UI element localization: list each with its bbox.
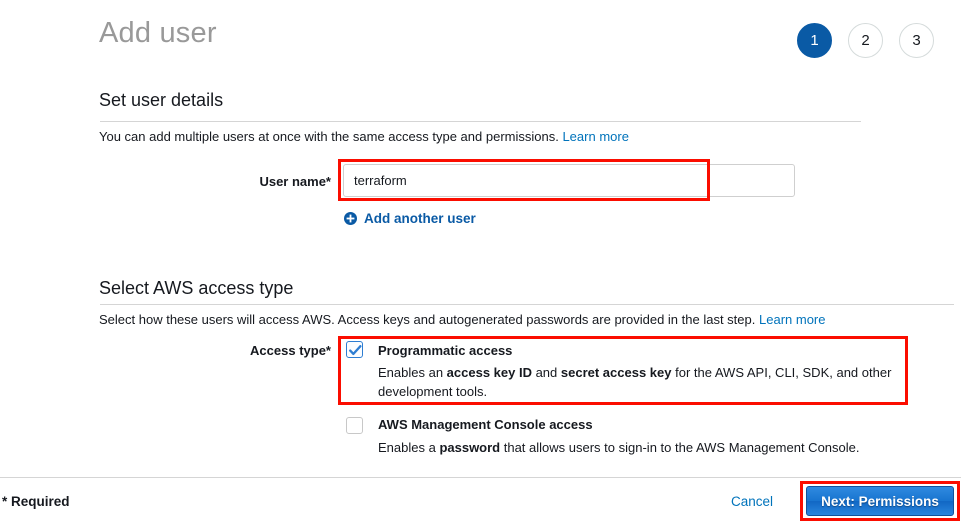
set-user-details-description-text: You can add multiple users at once with …	[99, 129, 559, 144]
section-divider-user-details	[100, 121, 861, 122]
option2-desc-part2: that allows users to sign-in to the AWS …	[500, 440, 860, 455]
access-type-description-text: Select how these users will access AWS. …	[99, 312, 756, 327]
page-title: Add user	[99, 17, 217, 49]
username-input[interactable]	[343, 164, 795, 197]
option-desc-part2: and	[531, 365, 561, 380]
wizard-step-3[interactable]: 3	[899, 23, 934, 58]
wizard-step-indicator: 1 2 3	[797, 23, 934, 58]
checkmark-icon	[349, 345, 362, 356]
option2-desc-part1: Enables a	[378, 440, 440, 455]
option-title-programmatic-access: Programmatic access	[378, 343, 513, 358]
wizard-step-1[interactable]: 1	[797, 23, 832, 58]
add-another-user-button[interactable]: Add another user	[344, 211, 476, 226]
option-desc-bold1: access key ID	[446, 365, 532, 380]
checkbox-console-access[interactable]	[346, 417, 363, 434]
access-type-heading: Select AWS access type	[99, 278, 294, 298]
plus-circle-icon	[344, 212, 357, 225]
wizard-step-3-label: 3	[912, 32, 921, 49]
next-permissions-button[interactable]: Next: Permissions	[806, 486, 954, 516]
option2-desc-bold1: password	[439, 440, 501, 455]
add-another-user-label: Add another user	[364, 211, 476, 226]
access-type-description: Select how these users will access AWS. …	[99, 312, 825, 327]
footer-divider	[0, 477, 961, 478]
option-description-console-access: Enables a password that allows users to …	[378, 438, 918, 457]
learn-more-link-user-details[interactable]: Learn more	[562, 129, 628, 144]
cancel-button[interactable]: Cancel	[731, 494, 773, 509]
add-user-wizard-page: Add user 1 2 3 Set user details You can …	[0, 0, 961, 521]
wizard-step-2-label: 2	[861, 32, 870, 49]
access-type-label: Access type*	[250, 343, 331, 358]
option-desc-bold2: secret access key	[560, 365, 672, 380]
set-user-details-description: You can add multiple users at once with …	[99, 129, 629, 144]
wizard-step-1-label: 1	[810, 32, 819, 49]
learn-more-link-access-type[interactable]: Learn more	[759, 312, 825, 327]
set-user-details-heading: Set user details	[99, 90, 224, 110]
wizard-step-2[interactable]: 2	[848, 23, 883, 58]
option-desc-part1: Enables an	[378, 365, 447, 380]
section-divider-access-type	[100, 304, 954, 305]
option-title-console-access: AWS Management Console access	[378, 417, 593, 432]
option-description-programmatic-access: Enables an access key ID and secret acce…	[378, 363, 898, 401]
checkbox-programmatic-access[interactable]	[346, 341, 363, 358]
username-label: User name*	[259, 174, 331, 189]
required-note: * Required	[2, 494, 70, 509]
